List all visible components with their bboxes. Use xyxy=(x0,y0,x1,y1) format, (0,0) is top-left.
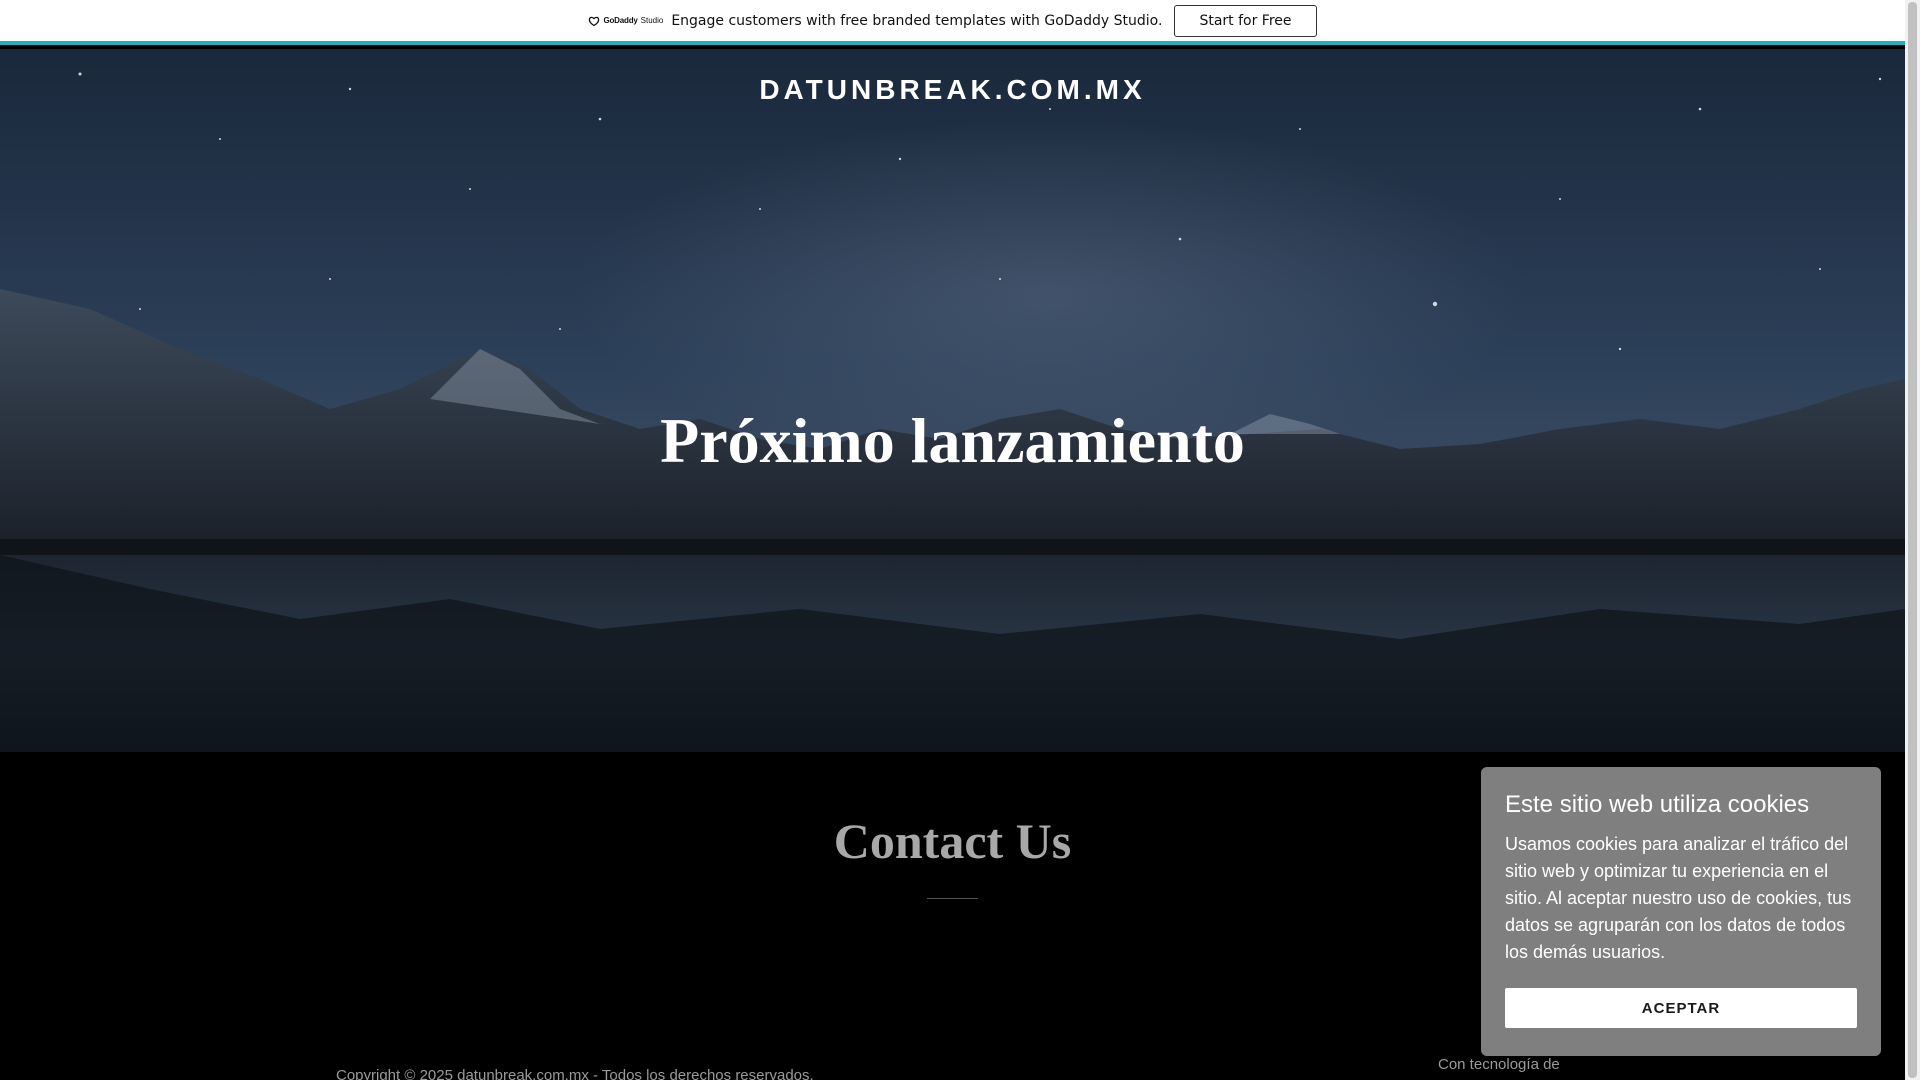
accept-cookies-button[interactable]: ACEPTAR xyxy=(1505,988,1857,1028)
hero-heading: Próximo lanzamiento xyxy=(660,405,1245,476)
hero-section: DATUNBREAK.COM.MX Próximo lanzamiento xyxy=(0,49,1905,752)
godaddy-studio-logo: GoDaddy Studio xyxy=(588,11,663,31)
scrollbar-thumb[interactable] xyxy=(1908,2,1917,1078)
page-scrollbar[interactable] xyxy=(1905,0,1920,1080)
godaddy-heart-icon xyxy=(589,16,600,26)
powered-by-text: Con tecnología de xyxy=(1438,1056,1560,1073)
logo-text: GoDaddy xyxy=(603,16,638,25)
promo-message: Engage customers with free branded templ… xyxy=(671,12,1163,29)
cookie-banner: Este sitio web utiliza cookies Usamos co… xyxy=(1481,767,1881,1056)
promo-bar: GoDaddy Studio Engage customers with fre… xyxy=(0,0,1905,45)
site-title: DATUNBREAK.COM.MX xyxy=(759,74,1146,105)
copyright-text: Copyright © 2025 datunbreak.com.mx - Tod… xyxy=(336,1067,814,1080)
cookie-body: Usamos cookies para analizar el tráfico … xyxy=(1505,834,1852,962)
hero-background-image xyxy=(0,49,1905,752)
cookie-title: Este sitio web utiliza cookies xyxy=(1505,791,1810,818)
logo-sub: Studio xyxy=(640,16,664,25)
contact-divider xyxy=(927,898,978,899)
start-for-free-button[interactable]: Start for Free xyxy=(1174,4,1317,37)
